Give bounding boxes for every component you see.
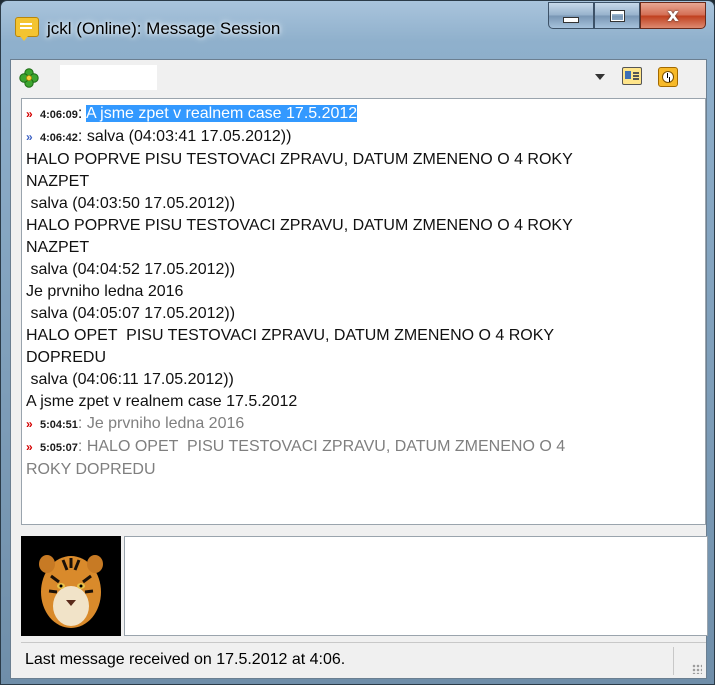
timestamp-separator: : [77,128,87,145]
message-timestamp: 5:04:51 [40,419,78,431]
timestamp-separator: : [77,105,86,122]
close-button[interactable]: x [640,2,706,29]
message-timestamp: 4:06:42 [40,132,78,144]
contact-card-icon[interactable] [622,67,642,85]
chat-message-line: HALO POPRVE PISU TESTOVACI ZPRAVU, DATUM… [26,215,701,237]
message-session-window: jckl (Online): Message Session x » 4:06:0… [0,0,715,685]
message-text: salva (04:06:11 17.05.2012)) [26,371,234,388]
resize-grip-icon[interactable] [692,664,702,674]
toolbar [11,60,706,96]
chat-message-line: Je prvniho ledna 2016 [26,281,701,303]
incoming-arrow-icon: » [26,440,33,454]
minimize-icon [563,17,579,23]
incoming-arrow-icon: » [26,417,33,431]
maximize-icon [609,9,625,22]
clover-icon[interactable] [19,68,39,88]
close-icon: x [667,5,679,26]
chat-message-line: HALO OPET PISU TESTOVACI ZPRAVU, DATUM Z… [26,325,701,347]
window-title: jckl (Online): Message Session [47,19,281,38]
outgoing-arrow-icon: » [26,130,33,144]
chat-message-line: salva (04:03:50 17.05.2012)) [26,193,701,215]
chat-message-line: ROKY DOPREDU [26,459,701,481]
chat-message-line: salva (04:05:07 17.05.2012)) [26,303,701,325]
tiger-avatar-icon [21,536,121,636]
chat-message-line: » 4:06:09: A jsme zpet v realnem case 17.… [26,103,701,126]
incoming-arrow-icon: » [26,107,33,121]
chat-message-line: » 4:06:42: salva (04:03:41 17.05.2012)) [26,126,701,149]
chat-message-line: » 5:04:51: Je prvniho ledna 2016 [26,413,701,436]
message-timestamp: 4:06:09 [40,109,78,121]
message-input[interactable] [124,536,708,636]
message-text: salva (04:05:07 17.05.2012)) [26,305,236,322]
message-text: HALO OPET PISU TESTOVACI ZPRAVU, DATUM Z… [26,327,555,344]
status-bar: Last message received on 17.5.2012 at 4:… [21,642,706,678]
maximize-button[interactable] [594,2,640,29]
message-text: HALO POPRVE PISU TESTOVACI ZPRAVU, DATUM… [26,151,573,168]
message-text: salva (04:03:41 17.05.2012)) [86,128,292,145]
chat-message-line: » 5:05:07: HALO OPET PISU TESTOVACI ZPRAV… [26,436,701,459]
caption-buttons: x [548,2,706,30]
message-text: A jsme zpet v realnem case 17.5.2012 [26,393,298,410]
message-text: salva (04:03:50 17.05.2012)) [26,195,236,212]
chat-message-line: salva (04:06:11 17.05.2012)) [26,369,701,391]
message-text: HALO POPRVE PISU TESTOVACI ZPRAVU, DATUM… [26,217,573,234]
message-text: NAZPET [26,239,90,256]
selected-message-text: A jsme zpet v realnem case 17.5.2012 [85,105,358,122]
message-text: Je prvniho ledna 2016 [26,283,184,300]
message-text: HALO OPET PISU TESTOVACI ZPRAVU, DATUM Z… [86,438,566,455]
status-text: Last message received on 17.5.2012 at 4:… [25,651,346,668]
dropdown-arrow-icon[interactable] [595,74,605,80]
avatar [21,536,121,636]
chat-message-line: NAZPET [26,237,701,259]
chat-message-line: HALO POPRVE PISU TESTOVACI ZPRAVU, DATUM… [26,149,701,171]
minimize-button[interactable] [548,2,594,29]
chat-message-line: salva (04:04:52 17.05.2012)) [26,259,701,281]
title-bar[interactable]: jckl (Online): Message Session x [1,1,714,59]
chat-message-line: A jsme zpet v realnem case 17.5.2012 [26,391,701,413]
message-text: ROKY DOPREDU [26,461,156,478]
status-separator [673,647,674,675]
history-clock-icon[interactable] [658,67,678,87]
message-text: Je prvniho ledna 2016 [86,415,245,432]
message-history[interactable]: » 4:06:09: A jsme zpet v realnem case 17.… [21,98,706,525]
message-text: NAZPET [26,173,90,190]
chat-message-line: DOPREDU [26,347,701,369]
client-area: » 4:06:09: A jsme zpet v realnem case 17.… [10,59,708,679]
chat-message-line: NAZPET [26,171,701,193]
message-bubble-icon [15,17,39,41]
contact-name-field[interactable] [60,65,157,90]
message-text: salva (04:04:52 17.05.2012)) [26,261,236,278]
message-timestamp: 5:05:07 [40,442,78,454]
message-text: DOPREDU [26,349,107,366]
timestamp-separator: : [77,415,87,432]
timestamp-separator: : [77,438,87,455]
